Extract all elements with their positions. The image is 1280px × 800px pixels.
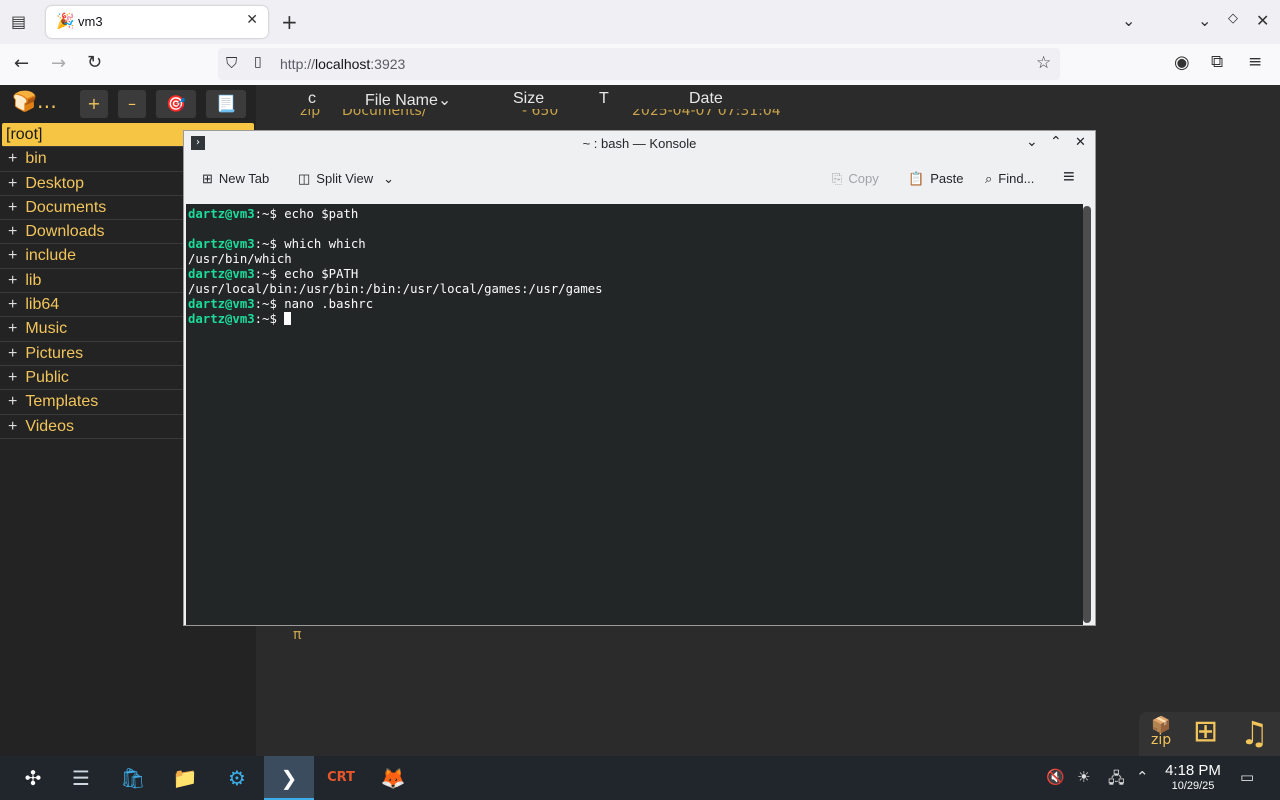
brightness-icon[interactable]: ☀ — [1077, 768, 1090, 786]
music-icon[interactable]: ♫ — [1240, 714, 1269, 752]
collapse-all-button[interactable]: – — [118, 90, 146, 118]
expand-icon[interactable]: + — [8, 272, 17, 289]
terminal-line: dartz@vm3:~$ — [186, 312, 1083, 327]
maximize-icon[interactable]: ⌃ — [1050, 134, 1062, 150]
col-file-name[interactable]: File Name⌄ — [365, 90, 451, 110]
shield-icon[interactable]: ⛉ — [226, 54, 237, 72]
tab-overview-icon[interactable]: ▤ — [11, 12, 26, 31]
browser-tab-bar: ▤ 🎉 vm3 ✕ + ⌄ ⌄ ◇ ✕ — [0, 0, 1280, 44]
split-view-icon: ◫ — [298, 171, 311, 186]
expand-icon[interactable]: + — [8, 393, 17, 410]
terminal-line: /usr/bin/which — [188, 252, 292, 266]
split-view-button[interactable]: ◫ Split View ⌄ — [298, 171, 394, 187]
volume-muted-icon[interactable]: 🔇 — [1046, 768, 1065, 786]
paste-button[interactable]: 📋 Paste — [908, 171, 963, 187]
app-menu-icon[interactable]: ≡ — [1248, 52, 1262, 72]
window-restore-icon[interactable]: ◇ — [1228, 11, 1238, 26]
find-button[interactable]: ⌕ Find... — [985, 171, 1034, 187]
terminal-line: dartz@vm3:~$ which which — [188, 237, 366, 251]
file-manager-icon[interactable]: 📁 — [160, 756, 210, 800]
browser-nav-bar: ← → ↻ ⛉ ▯ http://localhost:3923 ☆ ◉ ⧉ ≡ — [0, 44, 1280, 86]
clock[interactable]: 4:18 PM 10/29/25 — [1160, 762, 1226, 793]
terminal-line: dartz@vm3:~$ echo $PATH — [188, 267, 359, 281]
chevron-down-icon[interactable]: ⌄ — [383, 171, 394, 186]
new-tab-icon: ⊞ — [202, 171, 213, 186]
terminal-scrollbar[interactable] — [1083, 206, 1091, 623]
target-icon[interactable]: 🎯 — [156, 90, 196, 118]
desktop-corner-widget: 📦 zip ⊞ ♫ — [1139, 712, 1280, 756]
expand-all-button[interactable]: + — [80, 90, 108, 118]
url-text[interactable]: http://localhost:3923 — [280, 56, 405, 72]
pi-symbol[interactable]: π — [293, 627, 301, 643]
url-bar[interactable]: ⛉ ▯ http://localhost:3923 ☆ — [218, 48, 1060, 80]
col-type[interactable]: T — [599, 90, 609, 108]
reload-icon[interactable]: ↻ — [87, 52, 102, 73]
copy-icon: ⎘ — [832, 171, 843, 186]
hamburger-menu-icon[interactable]: ≡ — [1063, 166, 1075, 189]
terminal-line: dartz@vm3:~$ nano .bashrc — [188, 297, 374, 311]
expand-icon[interactable]: + — [8, 296, 17, 313]
discover-store-icon[interactable]: 🛍 — [108, 756, 158, 800]
bookmark-star-icon[interactable]: ☆ — [1036, 53, 1051, 73]
back-icon[interactable]: ← — [14, 53, 29, 74]
tray-expand-icon[interactable]: ⌃ — [1136, 768, 1149, 786]
list-tabs-icon[interactable]: ⌄ — [1122, 11, 1135, 30]
account-icon[interactable]: ◉ — [1174, 52, 1190, 73]
firefox-icon[interactable]: 🦊 — [368, 756, 418, 800]
expand-icon[interactable]: + — [8, 150, 17, 167]
forward-icon[interactable]: → — [51, 53, 66, 74]
taskbar: ✣ ☰ 🛍 📁 ⚙ ❯ CRT 🦊 🔇 ☀ 🖧 ⌃ 4:18 PM 10/29/… — [0, 756, 1280, 800]
terminal-line: /usr/local/bin:/usr/bin:/bin:/usr/local/… — [188, 282, 603, 296]
app-launcher-icon[interactable]: ✣ — [8, 756, 58, 800]
expand-icon[interactable]: + — [8, 247, 17, 264]
page-info-icon[interactable]: ▯ — [254, 54, 262, 70]
konsole-titlebar[interactable]: › ~ : bash — Konsole ⌄ ⌃ ✕ — [184, 131, 1095, 157]
close-icon[interactable]: ✕ — [1075, 135, 1086, 150]
crt-app-icon[interactable]: CRT — [316, 756, 366, 800]
new-tab-button[interactable]: ⊞ New Tab — [202, 171, 269, 187]
window-close-icon[interactable]: ✕ — [1256, 11, 1269, 30]
tab-favicon-icon: 🎉 — [56, 12, 75, 30]
zip-package-icon[interactable]: 📦 zip — [1151, 717, 1171, 748]
settings-gear-icon[interactable]: ⚙ — [212, 756, 262, 800]
clock-date: 10/29/25 — [1171, 780, 1215, 792]
grid-icon[interactable]: ⊞ — [1193, 714, 1218, 749]
sidebar-toolbar: 🍞… + – 🎯 📃 — [0, 85, 256, 123]
col-date[interactable]: Date — [689, 90, 723, 108]
tab-title: vm3 — [78, 14, 103, 29]
clock-time: 4:18 PM — [1165, 762, 1221, 779]
konsole-toolbar: ⊞ New Tab ◫ Split View ⌄ ⎘ Copy 📋 Paste ⌕ Find… — [184, 157, 1095, 203]
expand-icon[interactable]: + — [8, 199, 17, 216]
window-minimize-icon[interactable]: ⌄ — [1198, 11, 1211, 30]
konsole-title: ~ : bash — Konsole — [582, 136, 697, 151]
document-icon[interactable]: 📃 — [206, 90, 246, 118]
system-settings-icon[interactable]: ☰ — [56, 756, 106, 800]
col-c[interactable]: c — [308, 90, 316, 108]
extensions-icon[interactable]: ⧉ — [1211, 52, 1223, 72]
expand-icon[interactable]: + — [8, 175, 17, 192]
expand-icon[interactable]: + — [8, 223, 17, 240]
konsole-task-icon[interactable]: ❯ — [264, 756, 314, 800]
col-size[interactable]: Size — [513, 90, 544, 108]
text-cursor — [284, 312, 292, 325]
file-row-peek[interactable]: zip Documents/ - 650 2025-04-07 07:31:04 — [288, 109, 792, 119]
expand-icon[interactable]: + — [8, 369, 17, 386]
expand-icon[interactable]: + — [8, 418, 17, 435]
minimize-icon[interactable]: ⌄ — [1026, 134, 1038, 150]
konsole-window: › ~ : bash — Konsole ⌄ ⌃ ✕ ⊞ New Tab ◫ Spl… — [183, 130, 1096, 626]
network-icon[interactable]: 🖧 — [1108, 768, 1125, 793]
app-logo-icon[interactable]: 🍞… — [12, 89, 57, 113]
copy-button[interactable]: ⎘ Copy — [832, 171, 879, 187]
terminal-area[interactable]: dartz@vm3:~$ echo $path dartz@vm3:~$ whi… — [186, 204, 1083, 625]
paste-icon: 📋 — [908, 171, 925, 186]
new-tab-icon[interactable]: + — [281, 10, 298, 34]
tab-close-icon[interactable]: ✕ — [246, 12, 258, 28]
terminal-line: dartz@vm3:~$ echo $path — [188, 207, 359, 221]
expand-icon[interactable]: + — [8, 320, 17, 337]
expand-icon[interactable]: + — [8, 345, 17, 362]
browser-tab[interactable]: 🎉 vm3 ✕ — [46, 6, 268, 38]
search-icon: ⌕ — [985, 171, 993, 186]
show-desktop-icon[interactable]: ▭ — [1240, 768, 1254, 786]
